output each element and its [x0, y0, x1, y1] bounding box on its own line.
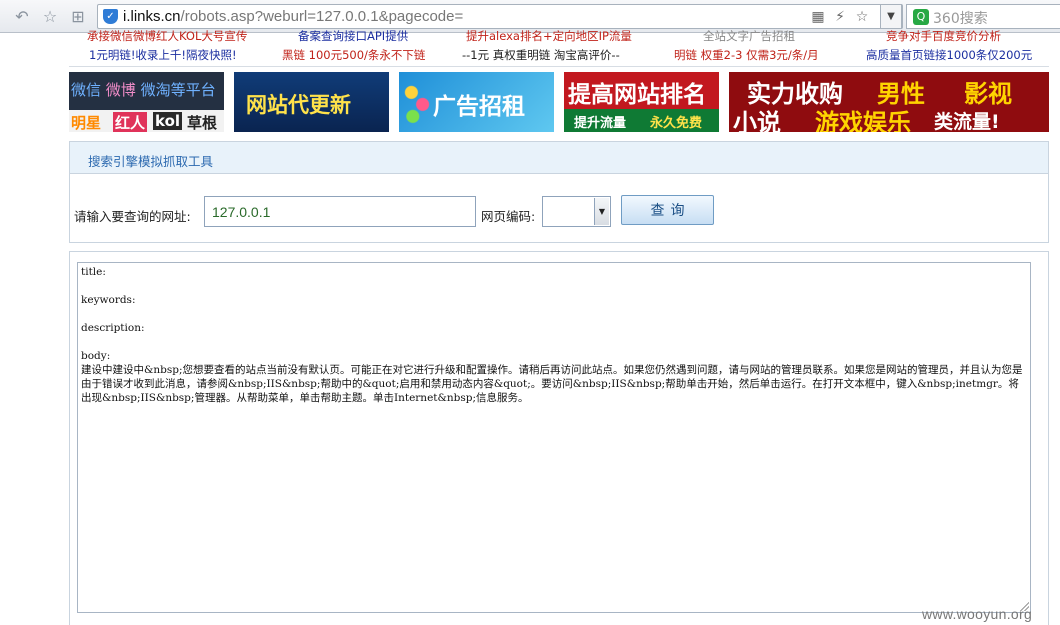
banner-site-update[interactable]: 网站代更新: [234, 72, 389, 132]
ad-link[interactable]: --1元 真权重明链 淘宝高评价--: [462, 47, 620, 63]
result-line: [81, 279, 1027, 293]
result-panel: title: keywords: description: body: 建设中建…: [69, 251, 1049, 625]
address-bar[interactable]: ✓ i.links.cn/robots.asp?weburl=127.0.0.1…: [97, 4, 903, 29]
ad-link[interactable]: 1元明链!收录上千!隔夜快照!: [89, 47, 237, 63]
ad-link-rows: 承接微信微博红人KOL大号宣传 备案查询接口API提供 提升alexa排名+定向…: [69, 29, 1049, 67]
banner-ad-rent[interactable]: 广告招租: [399, 72, 554, 132]
address-url[interactable]: i.links.cn/robots.asp?weburl=127.0.0.1&p…: [123, 8, 463, 26]
banner-text: 广告招租: [433, 94, 525, 120]
banner-wechat-weibo[interactable]: 微信 微博 微淘等平台 明星 红人 kol 草根: [69, 72, 224, 132]
ad-link[interactable]: 全站文字广告招租: [703, 28, 795, 44]
qr-code-icon[interactable]: ▦: [809, 8, 827, 26]
ad-link[interactable]: 备案查询接口API提供: [298, 28, 408, 44]
result-line: 建设中建设中&nbsp;您想要查看的站点当前没有默认页。可能正在对它进行升级和配…: [81, 364, 1023, 404]
search-box[interactable]: Q 360搜索: [906, 4, 1060, 29]
encoding-label: 网页编码:: [481, 209, 536, 224]
banner-text: 网站代更新: [246, 93, 351, 117]
watermark: www.wooyun.org: [922, 606, 1033, 622]
search-placeholder: 360搜索: [933, 11, 988, 27]
result-line: body:: [81, 350, 111, 362]
back-icon[interactable]: ↶: [12, 7, 32, 27]
ad-link[interactable]: 提升alexa排名+定向地区IP流量: [466, 28, 632, 44]
url-host: i.links.cn: [123, 8, 181, 25]
security-shield-icon: ✓: [103, 9, 118, 24]
chevron-down-icon[interactable]: ▼: [594, 198, 609, 225]
crawl-tool-panel: 搜索引擎模拟抓取工具 请输入要查询的网址: 网页编码: ▼ 查询: [69, 141, 1049, 243]
lightning-icon[interactable]: ⚡: [831, 8, 849, 26]
banner-traffic-buy[interactable]: 实力收购 男性 影视 小说 游戏娱乐 类流量!: [729, 72, 1049, 132]
result-textarea[interactable]: title: keywords: description: body: 建设中建…: [77, 262, 1031, 613]
encoding-select[interactable]: ▼: [542, 196, 611, 227]
result-line: [81, 335, 1027, 349]
result-line: title:: [81, 266, 106, 278]
result-line: [81, 307, 1027, 321]
banner-strip: 提升流量 永久免费: [564, 109, 719, 132]
result-line: description:: [81, 322, 145, 334]
star-icon[interactable]: ☆: [40, 7, 60, 27]
ad-link[interactable]: 高质量首页链接1000条仅200元: [866, 47, 1032, 63]
ad-link[interactable]: 竞争对手百度竞价分析: [886, 28, 1001, 44]
url-label: 请输入要查询的网址:: [74, 209, 191, 224]
banner-decoration: [403, 78, 431, 126]
url-input[interactable]: [204, 196, 476, 227]
address-dropdown-button[interactable]: ▼: [880, 4, 902, 29]
ad-link-row-2: 1元明链!收录上千!隔夜快照! 黑链 100元500/条永不下链 --1元 真权…: [69, 47, 1049, 63]
query-button[interactable]: 查询: [621, 195, 714, 225]
ad-link[interactable]: 明链 权重2-3 仅需3元/条/月: [674, 47, 819, 63]
favorite-star-icon[interactable]: ☆: [853, 8, 871, 26]
result-line: keywords:: [81, 294, 136, 306]
banner-rank-boost[interactable]: 提高网站排名 提升流量 永久免费: [564, 72, 719, 132]
url-path: /robots.asp?weburl=127.0.0.1&pagecode=: [180, 8, 464, 25]
ad-link[interactable]: 承接微信微博红人KOL大号宣传: [87, 28, 247, 44]
ad-link[interactable]: 黑链 100元500/条永不下链: [282, 47, 425, 63]
ad-link-row-1: 承接微信微博红人KOL大号宣传 备案查询接口API提供 提升alexa排名+定向…: [69, 28, 1049, 44]
banner-strip: 明星 红人 kol 草根: [69, 110, 224, 132]
banner-text: 微信 微博 微淘等平台: [71, 81, 216, 99]
panel-header: 搜索引擎模拟抓取工具: [70, 142, 1048, 174]
panel-title: 搜索引擎模拟抓取工具: [88, 154, 214, 169]
grid-icon[interactable]: ⊞: [68, 7, 88, 27]
360-search-icon: Q: [913, 9, 929, 25]
banner-text: 提高网站排名: [568, 82, 706, 108]
